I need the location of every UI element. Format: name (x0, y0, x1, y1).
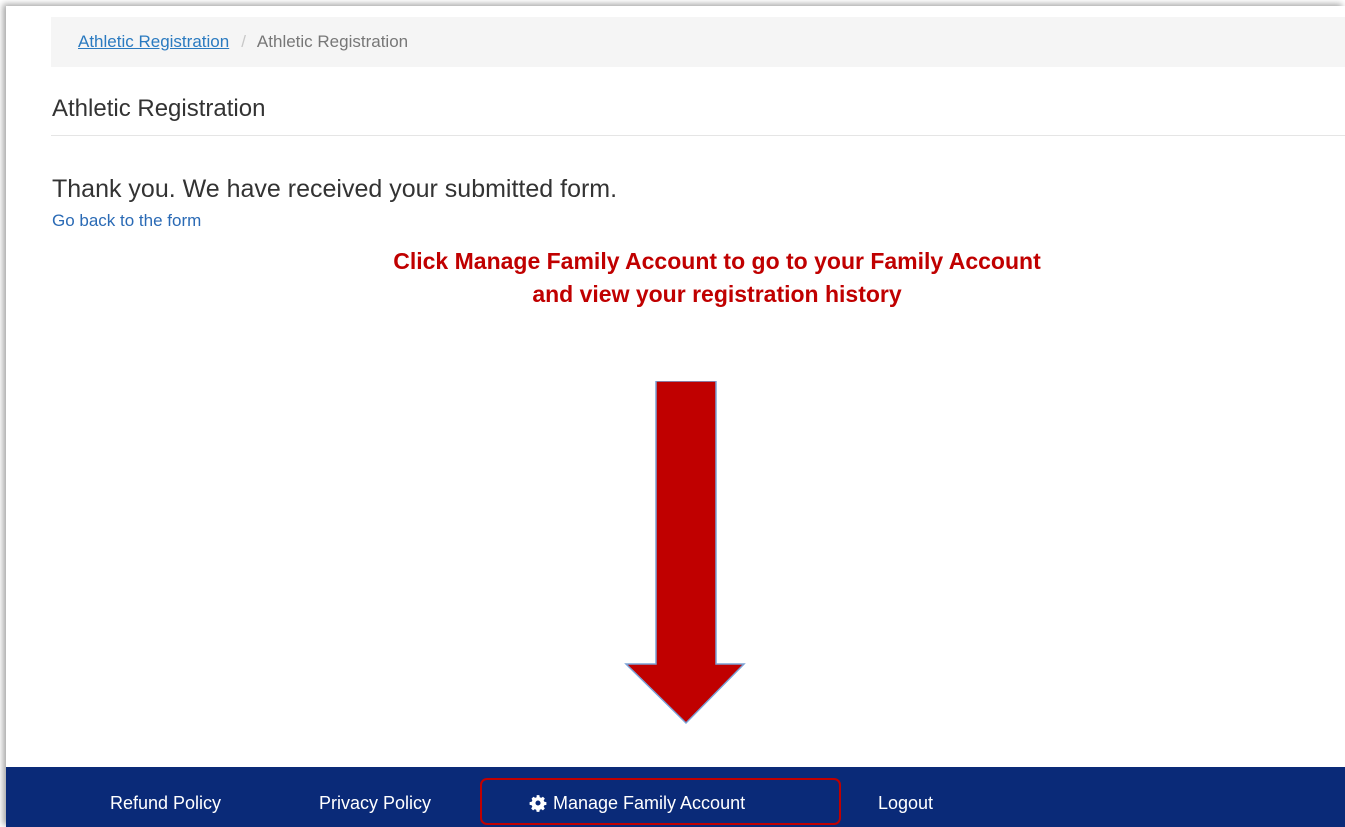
title-divider (51, 135, 1345, 136)
gear-icon (529, 794, 547, 812)
manage-family-account-label: Manage Family Account (553, 793, 746, 813)
privacy-policy-link[interactable]: Privacy Policy (319, 793, 431, 814)
breadcrumb-separator: / (241, 32, 246, 51)
back-to-form-link[interactable]: Go back to the form (52, 211, 201, 231)
manage-family-account-link[interactable]: Manage Family Account (480, 778, 841, 825)
browser-page: Athletic Registration / Athletic Registr… (6, 6, 1345, 827)
breadcrumb-link-athletic-registration[interactable]: Athletic Registration (78, 32, 229, 52)
breadcrumb: Athletic Registration / Athletic Registr… (51, 17, 1345, 67)
down-arrow-icon (624, 381, 746, 725)
refund-policy-link[interactable]: Refund Policy (110, 793, 221, 814)
confirmation-message: Thank you. We have received your submitt… (52, 175, 618, 203)
instruction-annotation: Click Manage Family Account to go to you… (393, 248, 1041, 307)
page-title: Athletic Registration (52, 95, 266, 122)
logout-link[interactable]: Logout (878, 793, 933, 814)
breadcrumb-current: Athletic Registration (256, 32, 409, 51)
footer-bar: Refund Policy Privacy Policy Manage Fami… (6, 767, 1345, 827)
